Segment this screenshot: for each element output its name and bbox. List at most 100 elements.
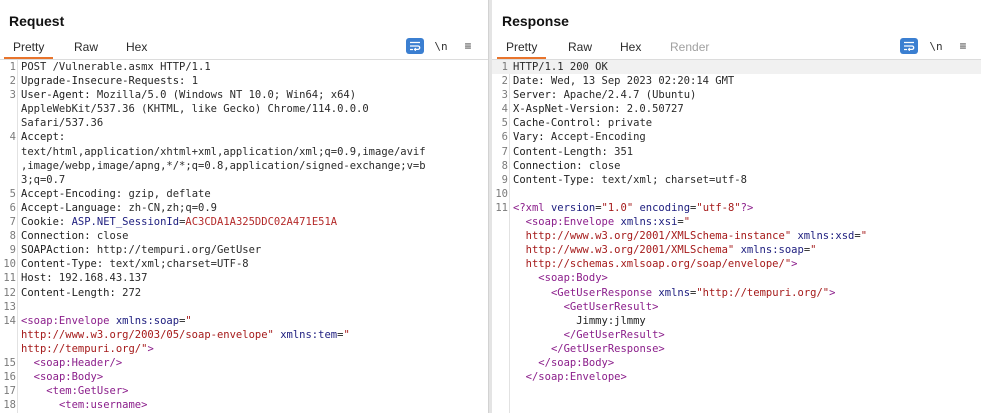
code-token: private <box>601 117 653 130</box>
code-line: 3 Server: Apache/2.4.7 (Ubuntu) <box>492 88 981 102</box>
line-text: HTTP/1.1 200 OK <box>513 60 977 74</box>
line-text: Cookie: ASP.NET_SessionId=AC3CDA1A325DDC… <box>21 215 484 229</box>
code-token: http://www.w3.org/2003/05/soap-envelope" <box>21 328 274 341</box>
code-token: AppleWebKit/537.36 (KHTML, like Gecko) C… <box>21 103 369 116</box>
line-text: http://www.w3.org/2003/05/soap-envelope"… <box>21 328 484 342</box>
code-line: 15 <soap:Header/> <box>0 356 488 370</box>
line-number: 4 <box>9 131 16 144</box>
response-editor[interactable]: 1 HTTP/1.1 200 OK 2 Date: Wed, 13 Sep 2023 … <box>492 60 981 413</box>
code-token: Content-Length: <box>21 286 116 299</box>
line-text: </GetUserResponse> <box>513 342 977 356</box>
code-line: <soap:Body> <box>492 271 981 285</box>
code-line: 2 Upgrade-Insecure-Requests: 1 <box>0 74 488 88</box>
line-number: 12 <box>3 286 16 299</box>
line-number: 17 <box>3 385 16 398</box>
code-line: 9 Content-Type: text/xml; charset=utf-8 <box>492 173 981 187</box>
code-line: text/html,application/xhtml+xml,applicat… <box>0 145 488 159</box>
code-token: http://www.w3.org/2001/XMLSchema-instanc… <box>513 230 792 243</box>
code-token: xmlns:soap <box>740 244 804 257</box>
line-text: AppleWebKit/537.36 (KHTML, like Gecko) C… <box>21 102 484 116</box>
line-text: Jimmy:jlmmy <box>513 314 977 328</box>
request-editor[interactable]: 1 POST /Vulnerable.asmx HTTP/1.1 2 Upgrade-… <box>0 60 488 413</box>
code-token: ASP.NET_SessionId <box>71 216 180 229</box>
code-token: Connection: <box>21 230 91 243</box>
line-number: 16 <box>3 371 16 384</box>
code-line: 11 <?xml version="1.0" encoding="utf-8"?> <box>492 201 981 215</box>
code-token: http://schemas.xmlsoap.org/soap/envelope… <box>513 258 792 271</box>
code-token: text/xml;charset=UTF-8 <box>103 258 249 271</box>
line-number: 6 <box>501 131 508 144</box>
line-text: <tem:GetUser> <box>21 384 484 398</box>
request-tab-hex[interactable]: Hex <box>126 40 147 54</box>
line-number: 11 <box>3 272 16 285</box>
line-text: Date: Wed, 13 Sep 2023 02:20:14 GMT <box>513 74 977 88</box>
code-token: xmlns:xsd <box>797 230 855 243</box>
code-token: <soap:Envelope <box>525 216 615 229</box>
code-token: " <box>810 244 817 257</box>
code-line: <soap:Envelope xmlns:xsi=" <box>492 215 981 229</box>
code-token: zh-CN,zh;q=0.9 <box>122 201 217 214</box>
line-number: 8 <box>501 159 508 172</box>
code-line: 6 Vary: Accept-Encoding <box>492 130 981 144</box>
line-number: 7 <box>9 216 16 229</box>
line-number: 14 <box>3 314 16 327</box>
response-newline-button[interactable]: \n <box>927 38 945 54</box>
request-newline-button[interactable]: \n <box>432 38 450 54</box>
line-number: 10 <box>3 258 16 271</box>
code-token: " <box>683 216 691 229</box>
response-tab-raw[interactable]: Raw <box>568 40 592 54</box>
code-token: > <box>147 342 154 355</box>
request-tab-pretty[interactable]: Pretty <box>3 40 54 59</box>
code-token: 2.0.50727 <box>620 103 684 116</box>
line-number: 4 <box>501 103 508 116</box>
line-number: 15 <box>3 356 16 369</box>
response-menu-icon[interactable]: ≡ <box>954 38 972 54</box>
request-tab-raw[interactable]: Raw <box>74 40 98 54</box>
line-number: 9 <box>501 173 508 186</box>
code-line: 14 <soap:Envelope xmlns:soap=" <box>0 314 488 328</box>
code-line: 7 Cookie: ASP.NET_SessionId=AC3CDA1A325DD… <box>0 215 488 229</box>
line-text: <GetUserResult> <box>513 300 977 314</box>
line-number: 11 <box>495 201 508 214</box>
code-token: <GetUserResponse <box>550 286 653 299</box>
line-text: http://tempuri.org/"> <box>21 342 484 356</box>
code-token: text/html,application/xhtml+xml,applicat… <box>21 145 426 158</box>
line-text: X-AspNet-Version: 2.0.50727 <box>513 102 977 116</box>
wrap-icon <box>410 41 421 51</box>
code-token: </GetUserResult> <box>563 328 665 341</box>
response-tab-pretty[interactable]: Pretty <box>496 40 547 59</box>
code-line: 5 Accept-Encoding: gzip, deflate <box>0 187 488 201</box>
response-tab-render[interactable]: Render <box>670 40 709 54</box>
code-token: Cache-Control: <box>513 117 602 130</box>
code-token: Connection: <box>513 159 583 172</box>
line-text: Accept: <box>21 130 484 144</box>
code-token: </soap:Envelope> <box>525 371 627 384</box>
code-line: 2 Date: Wed, 13 Sep 2023 02:20:14 GMT <box>492 74 981 88</box>
code-line: Jimmy:jlmmy <box>492 314 981 328</box>
response-wrap-button[interactable] <box>900 38 918 54</box>
code-line: Safari/537.36 <box>0 116 488 130</box>
code-line: http://www.w3.org/2003/05/soap-envelope"… <box>0 328 488 342</box>
code-line: 6 Accept-Language: zh-CN,zh;q=0.9 <box>0 201 488 215</box>
code-token: "utf-8" <box>696 201 741 214</box>
code-token: AC3CDA1A325DDC02A471E51A <box>185 216 338 229</box>
request-wrap-button[interactable] <box>406 38 424 54</box>
request-lines: 1 POST /Vulnerable.asmx HTTP/1.1 2 Upgrade-… <box>0 60 488 412</box>
code-token: <soap:Body> <box>33 371 104 384</box>
line-number: 9 <box>9 244 16 257</box>
code-token: SOAPAction: <box>21 244 91 257</box>
code-token: Mozilla/5.0 (Windows NT 10.0; Win64; x64… <box>90 89 357 102</box>
response-tab-hex[interactable]: Hex <box>620 40 641 54</box>
code-line: 8 Connection: close <box>492 159 981 173</box>
request-menu-icon[interactable]: ≡ <box>459 38 477 54</box>
code-token: gzip, deflate <box>122 187 211 200</box>
code-token: <tem:GetUser> <box>46 385 129 398</box>
code-token: Accept-Language: <box>21 201 123 214</box>
line-number: 6 <box>9 201 16 214</box>
request-pane: Request Pretty Raw Hex \n ≡ 1 POST /Vulne… <box>0 0 488 413</box>
line-text: <soap:Envelope xmlns:soap=" <box>21 314 484 328</box>
